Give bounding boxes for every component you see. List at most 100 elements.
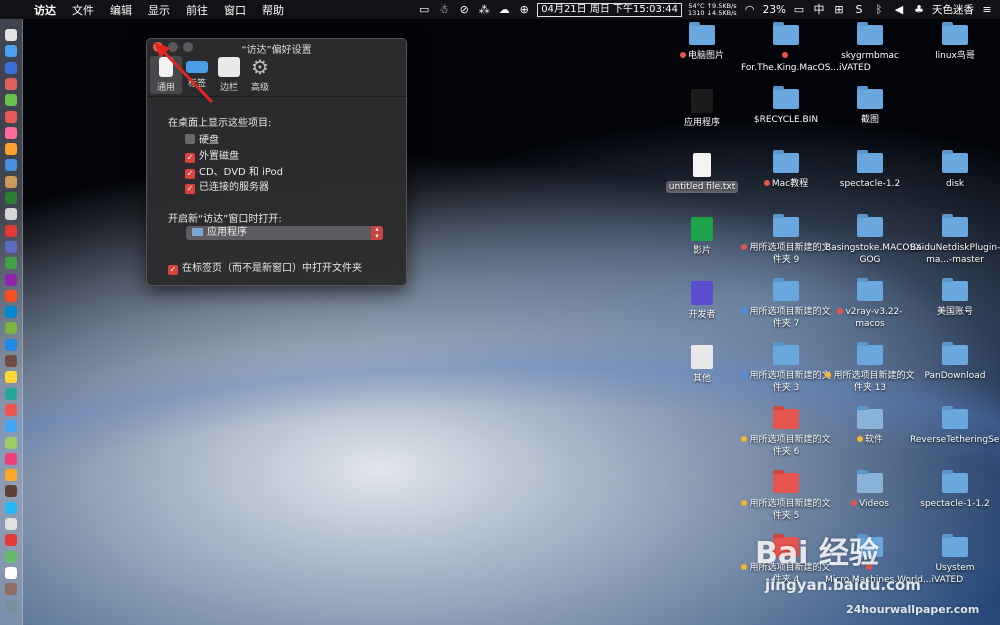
desktop-icon[interactable]: 其他 [657,345,747,385]
input-method[interactable]: 中 [812,3,826,16]
desktop-icon[interactable]: 用所选项目新建的文件夹 13 [825,342,915,394]
menu-view[interactable]: 显示 [140,2,178,18]
dock-app-icon[interactable] [5,94,17,107]
dock-app-icon[interactable] [5,306,17,319]
battery-percent[interactable]: 23% [763,4,786,16]
dock-app-icon[interactable] [5,29,17,41]
dock-app-icon[interactable] [5,159,17,172]
dock-app-icon[interactable] [5,208,17,221]
desktop-icon[interactable]: Mac教程 [741,150,831,190]
dock-app-icon[interactable] [5,175,17,188]
dock-app-icon[interactable] [5,371,17,384]
desktop-icon[interactable]: 用所选项目新建的文件夹 3 [741,342,831,394]
grid-icon[interactable]: ⊞ [832,3,846,16]
dots-icon[interactable]: ⁂ [477,3,491,16]
dock-app-icon[interactable] [5,338,17,351]
desktop-icon[interactable]: 用所选项目新建的文件夹 7 [741,278,831,330]
dock-app-icon[interactable] [5,403,17,416]
new-window-select[interactable]: 应用程序 ▴ ▾ [186,226,383,240]
dock-app-icon[interactable] [5,534,17,547]
cloud-icon[interactable]: ☁ [497,3,511,16]
checkbox-external-disks[interactable]: ✓ 外置磁盘 [185,147,239,163]
desktop-icon[interactable]: untitled file.txt [657,153,747,193]
desktop-icon[interactable]: 截图 [825,86,915,126]
user-icon[interactable]: ♣ [912,3,926,16]
desktop-icon[interactable]: 开发者 [657,281,747,321]
screen-icon[interactable]: ▭ [417,3,431,16]
desktop-icon[interactable]: spectacle-1.2 [825,150,915,190]
menu-app-name[interactable]: 访达 [26,2,64,18]
desktop-icon[interactable]: 用所选项目新建的文件夹 5 [741,470,831,522]
desktop-icon[interactable]: 影片 [657,217,747,257]
s-app-icon[interactable]: S [852,3,866,16]
dock-app-icon[interactable] [5,257,17,270]
desktop-icon[interactable]: Videos [825,470,915,510]
dock-app-icon[interactable] [5,387,17,400]
checkbox-open-in-tabs[interactable]: ✓ 在标签页（而不是新窗口）中打开文件夹 [168,259,362,275]
system-stats[interactable]: 54°C ↑9.5KB/s 1310 ↓4.5KB/s [688,2,737,17]
desktop-icon[interactable]: BaiduNetdiskPlugin-ma...-master [910,214,1000,266]
compass-icon[interactable]: ⊘ [457,3,471,16]
checkbox-hard-disks[interactable]: 硬盘 [185,131,219,146]
menu-file[interactable]: 文件 [64,2,102,18]
dock-app-icon[interactable] [5,61,17,74]
checkbox-box[interactable]: ✓ [168,265,178,275]
desktop-icon[interactable]: 电脑图片 [657,22,747,62]
dock-app-icon[interactable] [5,224,17,237]
dock-app-icon[interactable] [5,452,17,465]
dock-app-icon[interactable] [5,126,17,139]
dock-app-icon[interactable] [5,436,17,449]
bluetooth-icon[interactable]: ᛒ [872,3,886,16]
desktop-icon[interactable]: ReverseTetheringServer_1.2.0 [910,406,1000,446]
desktop-icon[interactable]: PanDownload [910,342,1000,382]
dock-app-icon[interactable] [5,599,17,612]
checkbox-box[interactable] [185,134,195,144]
desktop-icon[interactable]: 用所选项目新建的文件夹 9 [741,214,831,266]
desktop-icon[interactable]: Usystem [910,534,1000,574]
user-name[interactable]: 天色迷香 [932,2,974,17]
tab-advanced[interactable]: ⚙ 高级 [244,56,276,93]
desktop-icon[interactable]: v2ray-v3.22-macos [825,278,915,330]
menu-list-icon[interactable]: ≡ [980,3,994,16]
checkbox-connected-servers[interactable]: ✓ 已连接的服务器 [185,178,269,194]
dock-app-icon[interactable] [5,485,17,498]
dock-app-icon[interactable] [5,77,17,90]
menu-edit[interactable]: 编辑 [102,2,140,18]
desktop-icon[interactable]: 用所选项目新建的文件夹 6 [741,406,831,458]
qq-icon[interactable]: ☃ [437,3,451,16]
dock-app-icon[interactable] [5,518,17,530]
dock-app-icon[interactable] [5,289,17,302]
clock[interactable]: 04月21日 周日 下午15:03:44 [537,2,682,17]
volume-icon[interactable]: ◀ [892,3,906,16]
dock-app-icon[interactable] [5,566,17,579]
dock-app-icon[interactable] [5,550,17,563]
checkbox-box[interactable]: ✓ [185,184,195,194]
menu-go[interactable]: 前往 [178,2,216,18]
dock-app-icon[interactable] [5,420,17,433]
desktop-icon[interactable]: For.The.King.MacOS...iVATED [741,22,871,74]
desktop-icon[interactable]: disk [910,150,1000,190]
menu-window[interactable]: 窗口 [216,2,254,18]
desktop-icon[interactable]: Basingstoke.MACOSX-GOG [825,214,924,266]
dock-app-icon[interactable] [5,322,17,335]
desktop-icon[interactable]: spectacle-1-1.2 [910,470,1000,510]
dock-app-icon[interactable] [5,45,17,58]
dock-app-icon[interactable] [5,501,17,514]
battery-icon[interactable]: ▭ [792,3,806,16]
dock-app-icon[interactable] [5,143,17,156]
dock-app-icon[interactable] [5,355,17,367]
dock-app-icon[interactable] [5,110,17,123]
desktop-icon[interactable]: skygrmbmac [825,22,915,62]
globe-icon[interactable]: ⊕ [517,3,531,16]
dock-app-icon[interactable] [5,192,17,204]
desktop-icon[interactable]: 软件 [825,406,915,446]
wifi-icon[interactable]: ◠ [743,3,757,16]
menu-help[interactable]: 帮助 [254,2,292,18]
desktop-icon[interactable]: $RECYCLE.BIN [741,86,831,126]
desktop-icon[interactable]: linux鸟哥 [910,22,1000,62]
checkbox-box[interactable]: ✓ [185,153,195,163]
desktop-icon[interactable]: 应用程序 [657,89,747,129]
dock-app-icon[interactable] [5,240,17,253]
desktop-icon[interactable]: 美国账号 [910,278,1000,318]
checkbox-cd-dvd-ipod[interactable]: ✓ CD、DVD 和 iPod [185,163,283,179]
